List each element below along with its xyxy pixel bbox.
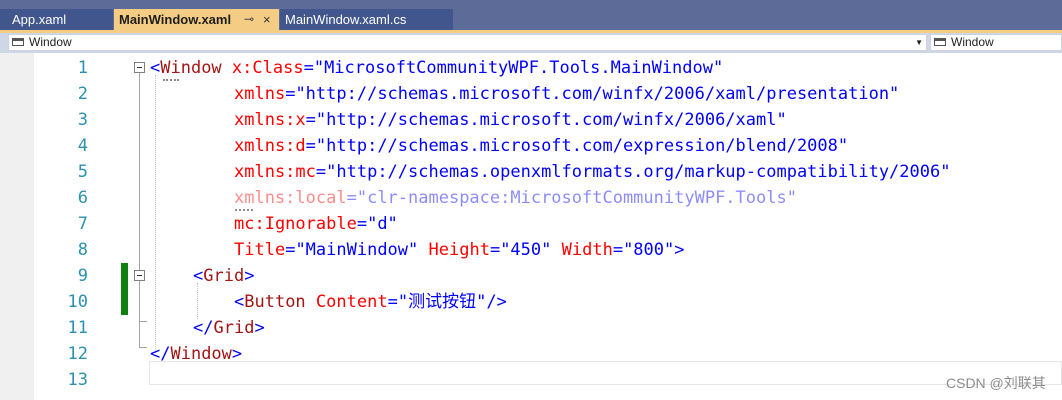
- watermark: CSDN @刘联其: [946, 375, 1046, 391]
- close-icon[interactable]: ×: [263, 9, 271, 30]
- navigation-bar: Window ▼ Window: [0, 33, 1062, 53]
- code-text[interactable]: <Button Content="测试按钮"/>: [234, 289, 507, 315]
- line-number: 1: [77, 58, 88, 78]
- code-line: 5 xmlns:mc="http://schemas.openxmlformat…: [0, 159, 1062, 185]
- code-text[interactable]: Title="MainWindow" Height="450" Width="8…: [234, 237, 685, 263]
- code-text[interactable]: <Grid>: [193, 263, 254, 289]
- code-line: 1 <Window x:Class="MicrosoftCommunityWPF…: [0, 55, 1062, 81]
- code-text[interactable]: </Window>: [150, 341, 242, 367]
- scope-dropdown-label: Window: [29, 35, 72, 49]
- tab-label: MainWindow.xaml.cs: [285, 12, 407, 27]
- code-line: 12 </Window>: [0, 341, 1062, 367]
- code-text[interactable]: mc:Ignorable="d": [234, 211, 398, 237]
- change-marker: [121, 263, 128, 289]
- pin-icon[interactable]: ⊸: [244, 9, 254, 30]
- line-number: 7: [77, 214, 88, 234]
- code-text[interactable]: xmlns:mc="http://schemas.openxmlformats.…: [234, 159, 950, 185]
- code-text[interactable]: xmlns:d="http://schemas.microsoft.com/ex…: [234, 133, 848, 159]
- code-line: 11 </Grid>: [0, 315, 1062, 341]
- document-tab-strip: App.xaml MainWindow.xaml ⊸ × MainWindow.…: [0, 0, 1062, 33]
- line-number: 6: [77, 188, 88, 208]
- line-number: 11: [67, 318, 88, 338]
- code-line: 6 xmlns:local="clr-namespace:MicrosoftCo…: [0, 185, 1062, 211]
- line-number: 8: [77, 240, 88, 260]
- code-text[interactable]: xmlns="http://schemas.microsoft.com/winf…: [234, 81, 899, 107]
- code-line: 3 xmlns:x="http://schemas.microsoft.com/…: [0, 107, 1062, 133]
- code-text[interactable]: <Window x:Class="MicrosoftCommunityWPF.T…: [150, 55, 723, 81]
- code-text[interactable]: xmlns:x="http://schemas.microsoft.com/wi…: [234, 107, 787, 133]
- code-editor[interactable]: 1 <Window x:Class="MicrosoftCommunityWPF…: [0, 53, 1062, 400]
- line-number: 2: [77, 84, 88, 104]
- line-number: 9: [77, 266, 88, 286]
- code-text[interactable]: xmlns:local="clr-namespace:MicrosoftComm…: [234, 185, 797, 211]
- code-line: 7 mc:Ignorable="d": [0, 211, 1062, 237]
- line-number: 3: [77, 110, 88, 130]
- scope-dropdown-right[interactable]: Window: [930, 34, 1062, 51]
- code-text[interactable]: </Grid>: [193, 315, 265, 341]
- change-marker: [121, 289, 128, 315]
- code-line: 9 <Grid>: [0, 263, 1062, 289]
- window-icon: [12, 38, 24, 46]
- code-line: 2 xmlns="http://schemas.microsoft.com/wi…: [0, 81, 1062, 107]
- fold-toggle-grid[interactable]: [134, 270, 145, 281]
- scope-dropdown-label: Window: [951, 35, 994, 49]
- code-line: 13: [0, 367, 1062, 393]
- scope-dropdown-left[interactable]: Window ▼: [8, 34, 927, 51]
- tab-label: MainWindow.xaml: [119, 12, 232, 27]
- code-line: 8 Title="MainWindow" Height="450" Width=…: [0, 237, 1062, 263]
- tab-mainwindow-xaml-cs[interactable]: MainWindow.xaml.cs: [280, 9, 453, 30]
- tab-label: App.xaml: [12, 12, 67, 27]
- line-number: 5: [77, 162, 88, 182]
- line-number: 4: [77, 136, 88, 156]
- tab-mainwindow-xaml[interactable]: MainWindow.xaml ⊸ ×: [114, 9, 279, 30]
- line-number: 13: [67, 370, 88, 390]
- code-line: 10 <Button Content="测试按钮"/>: [0, 289, 1062, 315]
- chevron-down-icon[interactable]: ▼: [915, 35, 923, 50]
- window-icon: [934, 38, 946, 46]
- code-line: 4 xmlns:d="http://schemas.microsoft.com/…: [0, 133, 1062, 159]
- fold-toggle-window[interactable]: [134, 62, 145, 73]
- line-number: 10: [67, 292, 88, 312]
- line-number: 12: [67, 344, 88, 364]
- tab-app-xaml[interactable]: App.xaml: [0, 9, 113, 30]
